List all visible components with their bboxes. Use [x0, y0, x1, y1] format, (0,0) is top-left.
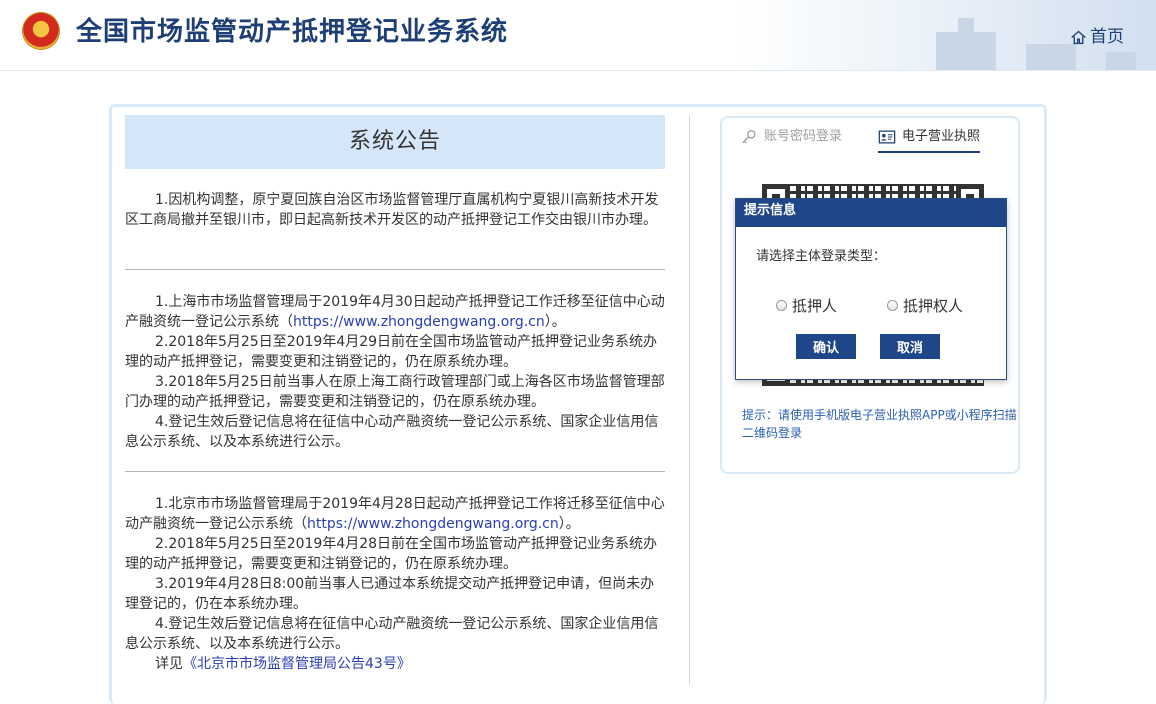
- key-icon: [742, 130, 756, 144]
- zhongdengwang-link[interactable]: https://www.zhongdengwang.org.cn: [293, 314, 545, 330]
- qr-login-hint: 提示：请使用手机版电子营业执照APP或小程序扫描二维码登录: [742, 408, 1017, 440]
- tab-password-login[interactable]: 账号密码登录: [740, 124, 842, 150]
- radio-mortgagee[interactable]: 抵押权人: [887, 295, 963, 316]
- notice-paragraph: 3.2018年5月25日前当事人在原上海工商行政管理部门或上海各区市场监督管理部…: [125, 374, 665, 410]
- cancel-button[interactable]: 取消: [880, 334, 940, 359]
- home-label: 首页: [1090, 27, 1124, 47]
- notice-paragraph: 3.2019年4月28日8:00前当事人已通过本系统提交动产抵押登记申请，但尚未…: [125, 576, 655, 612]
- notice-paragraph: 4.登记生效后登记信息将在征信中心动产融资统一登记公示系统、国家企业信用信息公示…: [125, 616, 659, 652]
- column-divider: [689, 116, 690, 684]
- dialog-prompt: 请选择主体登录类型：: [756, 249, 887, 264]
- zhongdengwang-link[interactable]: https://www.zhongdengwang.org.cn: [307, 516, 559, 532]
- announcement-43-link[interactable]: 《北京市市场监督管理局公告43号》: [183, 656, 411, 672]
- login-type-dialog: 提示信息 请选择主体登录类型： 抵押人 抵押权人 确认 取消: [735, 198, 1007, 380]
- home-icon: [1071, 30, 1086, 44]
- notice-title: 系统公告: [125, 115, 665, 169]
- notice-paragraph: 1.因机构调整，原宁夏回族自治区市场监督管理厅直属机构宁夏银川高新技术开发区工商…: [125, 192, 659, 228]
- notice-paragraph: 4.登记生效后登记信息将在征信中心动产融资统一登记公示系统、国家企业信用信息公示…: [125, 414, 659, 450]
- radio-button[interactable]: [887, 300, 898, 311]
- tab-label: 电子营业执照: [902, 129, 981, 144]
- radio-label: 抵押权人: [903, 297, 964, 315]
- notice-block-2: 1.上海市市场监督管理局于2019年4月30日起动产抵押登记工作迁移至征信中心动…: [125, 292, 665, 452]
- page-title: 全国市场监管动产抵押登记业务系统: [76, 17, 509, 47]
- notice-separator: [125, 269, 665, 270]
- radio-button[interactable]: [776, 300, 787, 311]
- notice-paragraph: 1.上海市市场监督管理局于2019年4月30日起动产抵押登记工作迁移至征信中心动…: [125, 294, 665, 330]
- radio-label: 抵押人: [792, 297, 838, 315]
- national-emblem-icon: [22, 12, 60, 50]
- tab-e-license[interactable]: 电子营业执照: [878, 124, 981, 153]
- notice-paragraph: 1.北京市市场监督管理局于2019年4月28日起动产抵押登记工作将迁移至征信中心…: [125, 496, 665, 532]
- dialog-title: 提示信息: [736, 199, 1006, 227]
- notice-block-3: 1.北京市市场监督管理局于2019年4月28日起动产抵押登记工作将迁移至征信中心…: [125, 494, 665, 674]
- confirm-button[interactable]: 确认: [796, 334, 856, 359]
- header: 全国市场监管动产抵押登记业务系统 首页: [0, 0, 1156, 71]
- notice-block-1: 1.因机构调整，原宁夏回族自治区市场监督管理厅直属机构宁夏银川高新技术开发区工商…: [125, 190, 665, 230]
- id-card-icon: [878, 130, 896, 144]
- home-link[interactable]: 首页: [1070, 24, 1124, 50]
- notice-separator: [125, 471, 665, 472]
- radio-mortgagor[interactable]: 抵押人: [776, 295, 837, 316]
- tab-label: 账号密码登录: [764, 129, 843, 144]
- notice-paragraph: 详见《北京市市场监督管理局公告43号》: [155, 656, 411, 672]
- notice-paragraph: 2.2018年5月25日至2019年4月28日前在全国市场监管动产抵押登记业务系…: [125, 536, 658, 572]
- notice-paragraph: 2.2018年5月25日至2019年4月29日前在全国市场监管动产抵押登记业务系…: [125, 334, 658, 370]
